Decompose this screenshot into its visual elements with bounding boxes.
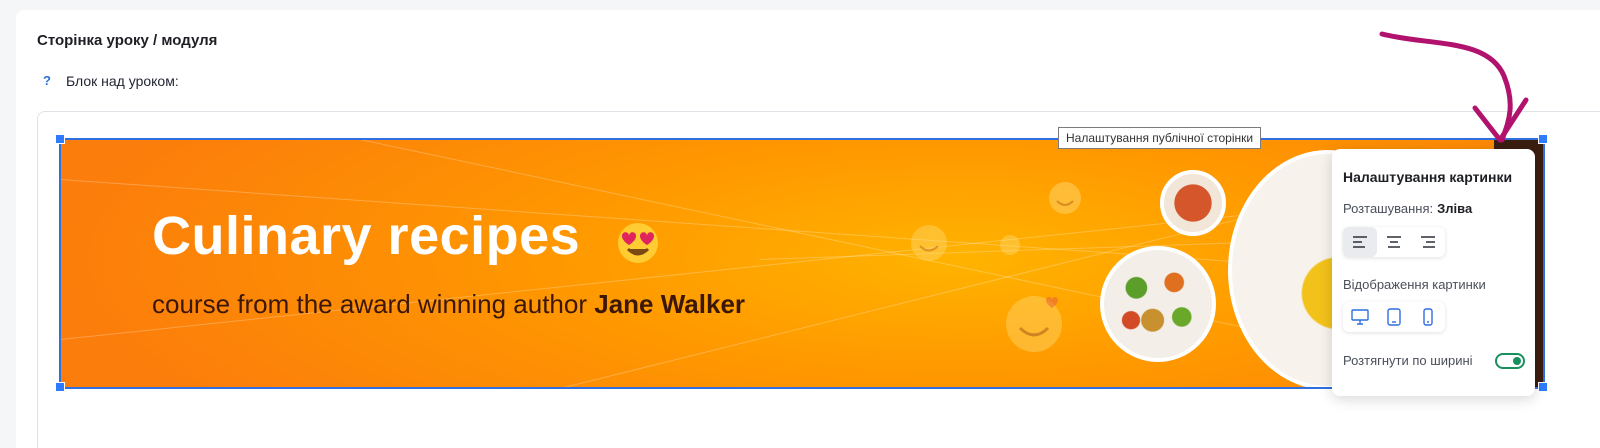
- position-value: Зліва: [1437, 201, 1473, 216]
- toggle-knob: [1513, 357, 1521, 365]
- faint-emoji-icon: [1006, 296, 1062, 352]
- pasta-plate-image: [1160, 170, 1226, 236]
- faint-emoji-icon: [911, 225, 947, 261]
- align-right-icon: [1421, 236, 1435, 248]
- desktop-view-button[interactable]: [1343, 302, 1377, 332]
- align-button-group: [1343, 227, 1445, 257]
- display-button-group: [1343, 302, 1445, 332]
- resize-handle-top-left[interactable]: [55, 134, 65, 144]
- desktop-icon: [1351, 309, 1369, 325]
- help-icon[interactable]: ?: [43, 73, 51, 88]
- position-label: Розташування:: [1343, 201, 1434, 216]
- stretch-width-toggle[interactable]: [1495, 353, 1525, 369]
- stretch-label: Розтягнути по ширині: [1343, 353, 1473, 368]
- banner-subtitle: course from the award winning author Jan…: [152, 289, 745, 320]
- section-title: Сторінка уроку / модуля: [37, 32, 218, 49]
- mobile-icon: [1423, 308, 1433, 326]
- salad-plate-image: [1100, 246, 1216, 362]
- resize-handle-bottom-right[interactable]: [1538, 382, 1548, 392]
- block-label: Блок над уроком:: [66, 73, 179, 89]
- align-center-icon: [1387, 236, 1401, 248]
- annotation-arrow-icon: [1379, 31, 1529, 143]
- image-settings-panel: Налаштування картинки Розташування: Зліва…: [1332, 149, 1535, 396]
- banner-subtitle-prefix: course from the award winning author: [152, 289, 588, 319]
- banner-title: Culinary recipes: [152, 206, 581, 266]
- panel-title: Налаштування картинки: [1343, 169, 1513, 185]
- banner-author: Jane Walker: [594, 289, 746, 319]
- align-right-button[interactable]: [1411, 227, 1445, 257]
- align-left-icon: [1353, 236, 1367, 248]
- position-row: Розташування: Зліва: [1343, 201, 1472, 216]
- resize-handle-bottom-left[interactable]: [55, 382, 65, 392]
- mobile-view-button[interactable]: [1411, 302, 1445, 332]
- align-center-button[interactable]: [1377, 227, 1411, 257]
- faint-emoji-icon: [1000, 235, 1020, 255]
- display-label: Відображення картинки: [1343, 277, 1486, 292]
- align-left-button[interactable]: [1343, 227, 1377, 257]
- tablet-icon: [1387, 308, 1401, 326]
- faint-emoji-icon: [1049, 182, 1081, 214]
- tablet-view-button[interactable]: [1377, 302, 1411, 332]
- heart-eyes-emoji-icon: [618, 223, 658, 263]
- public-page-settings-tooltip: Налаштування публічної сторінки: [1058, 127, 1262, 149]
